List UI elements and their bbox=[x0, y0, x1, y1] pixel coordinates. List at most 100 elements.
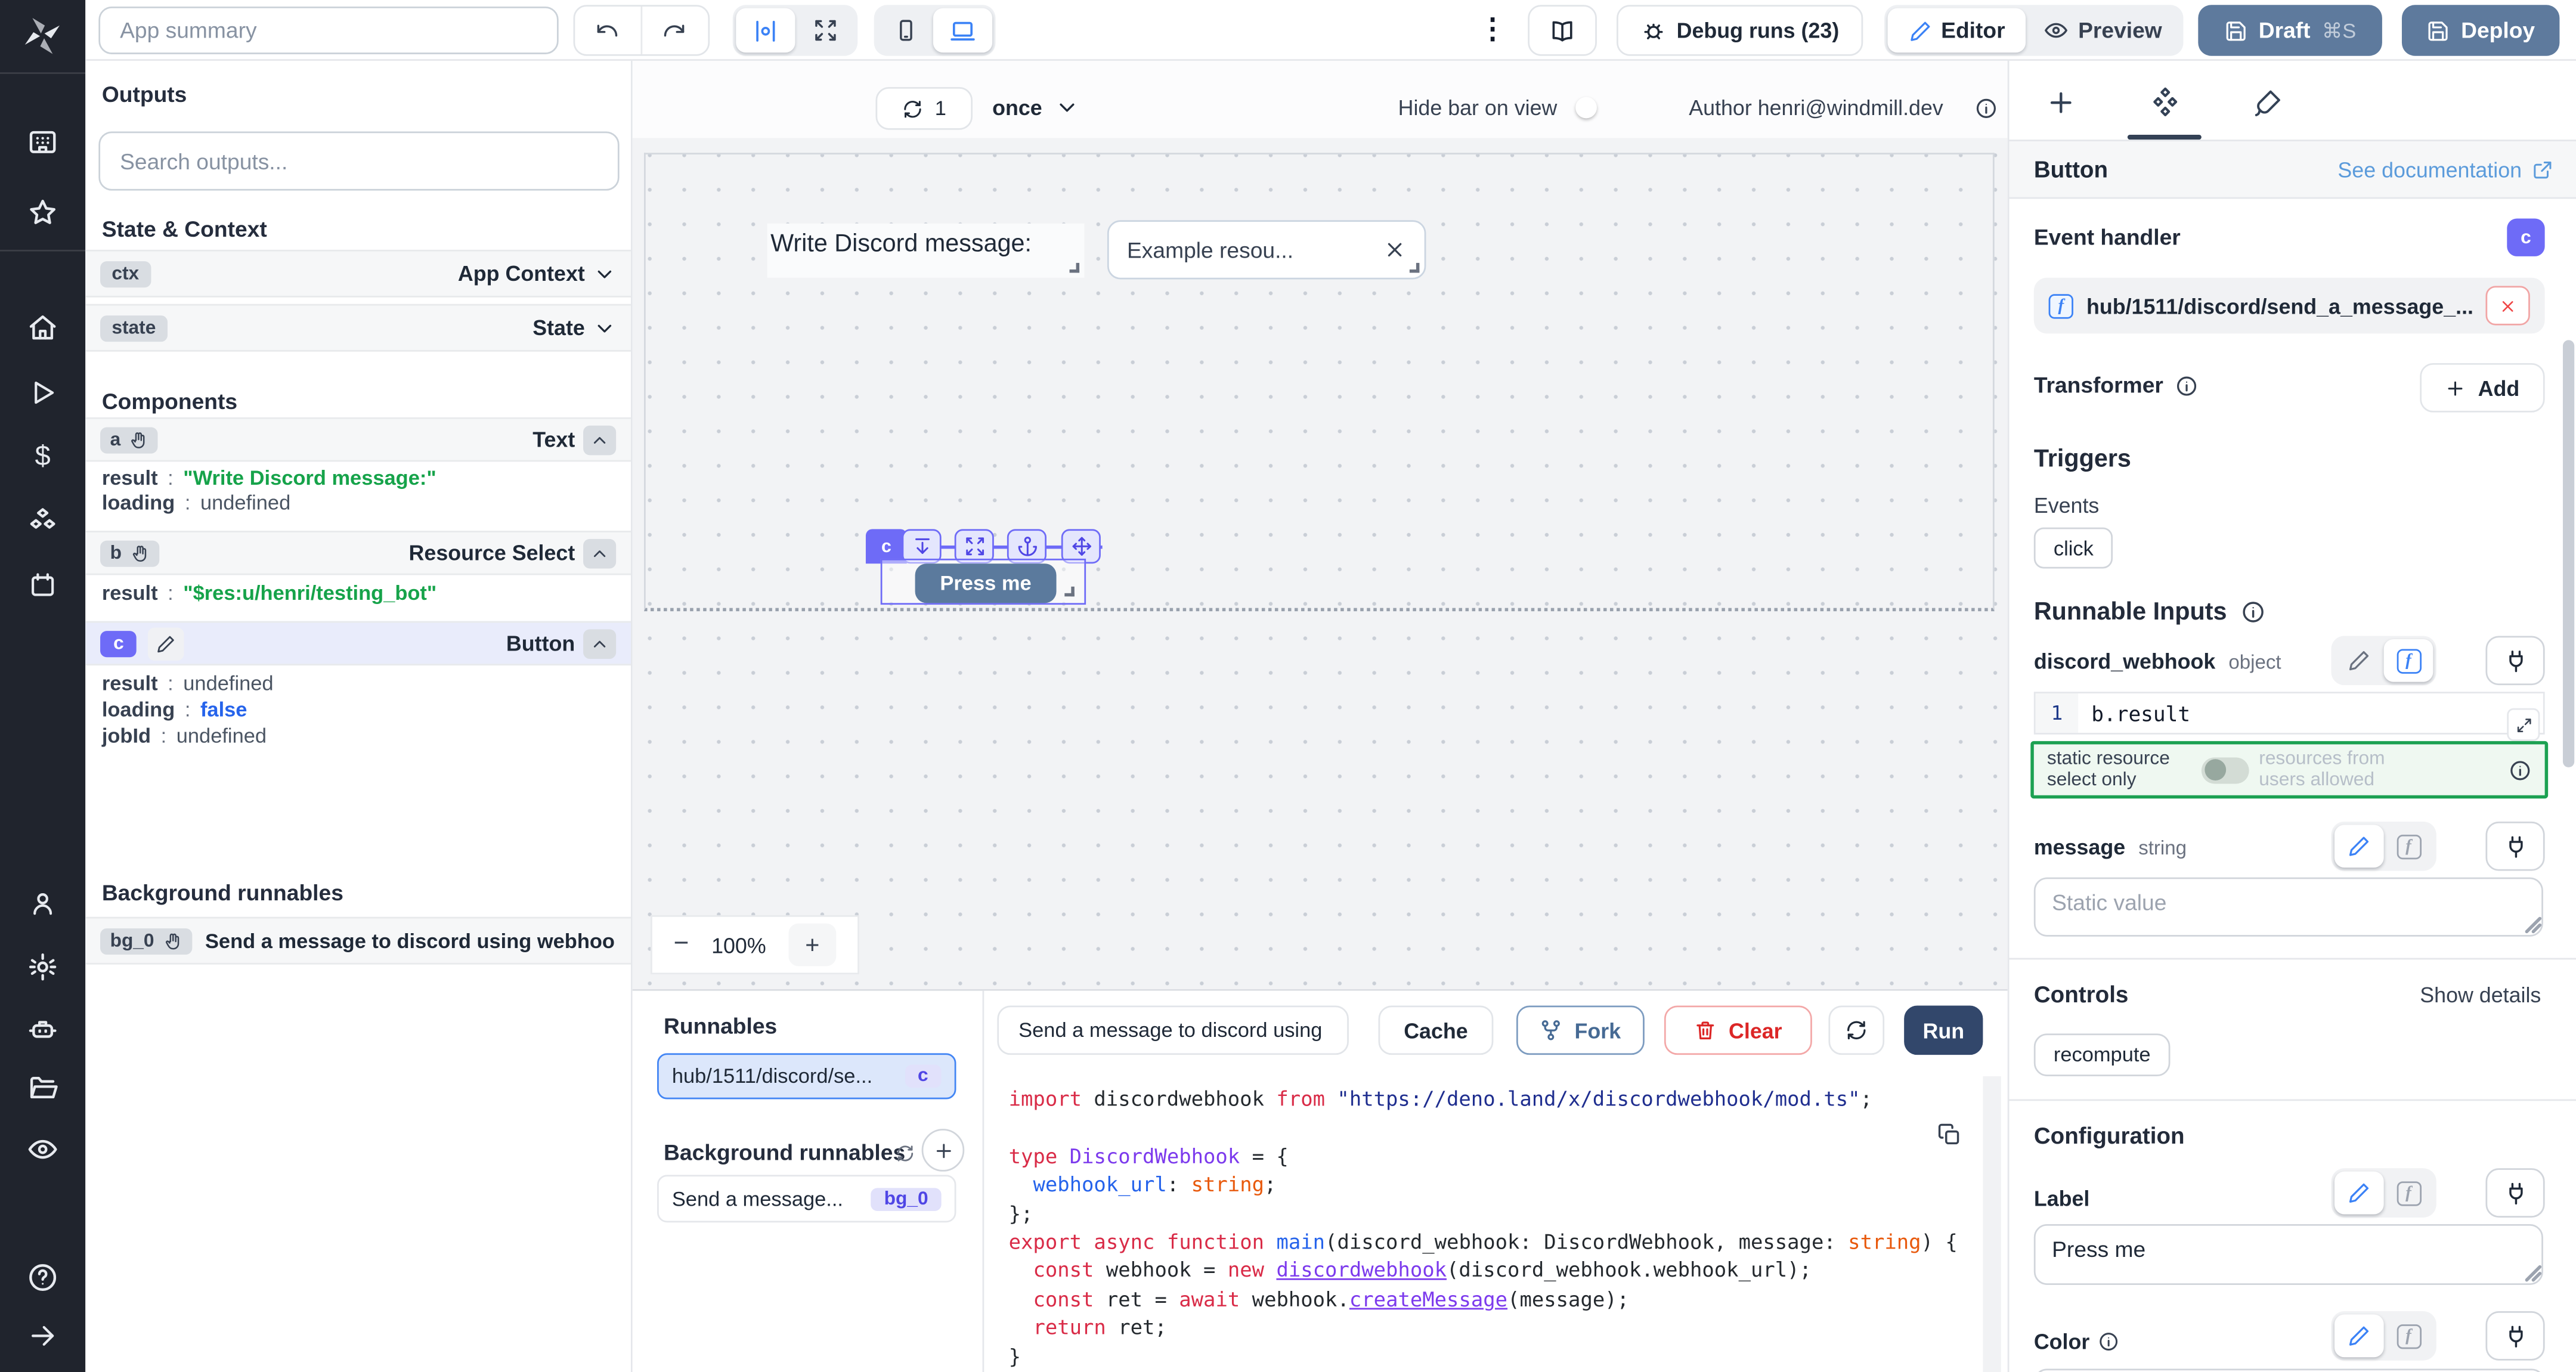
eval-function-icon[interactable]: f bbox=[2384, 639, 2433, 682]
connect-plug-icon[interactable] bbox=[2485, 636, 2544, 685]
pencil-icon[interactable] bbox=[148, 627, 185, 659]
sidebar-item-folders-icon[interactable] bbox=[27, 1073, 58, 1104]
code-scrollbar[interactable] bbox=[1983, 1076, 2001, 1372]
label-value-input[interactable]: Press me bbox=[2034, 1224, 2543, 1285]
see-documentation-link[interactable]: See documentation bbox=[2337, 157, 2553, 181]
chevron-down-icon[interactable] bbox=[593, 316, 617, 339]
sidebar-item-schedules-calendar-icon[interactable] bbox=[28, 570, 58, 600]
press-me-button[interactable]: Press me bbox=[915, 563, 1057, 603]
sidebar-item-variables-dollar-icon[interactable]: $ bbox=[35, 441, 51, 473]
output-row-ctx[interactable]: ctx App Context bbox=[85, 250, 631, 298]
background-runnable-row[interactable]: bg_0 Send a message to discord using web… bbox=[85, 917, 631, 965]
sidebar-item-resources-cubes-icon[interactable] bbox=[27, 506, 58, 537]
refresh-mode-dropdown[interactable]: once bbox=[992, 82, 1080, 133]
bg-runnable-item[interactable]: Send a message... bg_0 bbox=[657, 1175, 956, 1222]
redo-icon[interactable] bbox=[642, 7, 708, 54]
resize-handle[interactable] bbox=[1064, 587, 1075, 597]
show-details-link[interactable]: Show details bbox=[2420, 983, 2541, 1007]
recompute-chip[interactable]: recompute bbox=[2034, 1033, 2171, 1076]
sidebar-expand-arrow-icon[interactable] bbox=[28, 1321, 58, 1351]
static-pencil-icon[interactable] bbox=[2334, 1315, 2384, 1358]
more-menu-icon[interactable]: ⋮ bbox=[1479, 13, 1507, 46]
center-align-icon[interactable] bbox=[736, 8, 795, 52]
resource-select-component[interactable]: Example resou... bbox=[1107, 220, 1426, 279]
run-button[interactable]: Run bbox=[1904, 1005, 1983, 1055]
sidebar-item-favorites-star-icon[interactable] bbox=[27, 197, 58, 228]
sidebar-item-settings-gear-icon[interactable] bbox=[27, 952, 58, 983]
fullscreen-icon[interactable] bbox=[795, 8, 854, 52]
desktop-view-icon[interactable] bbox=[933, 8, 992, 52]
sidebar-item-home-icon[interactable] bbox=[27, 312, 58, 343]
event-handler-runnable[interactable]: f hub/1511/discord/send_a_message_... bbox=[2034, 278, 2545, 334]
app-summary-input[interactable] bbox=[98, 7, 558, 54]
info-icon[interactable] bbox=[2098, 1331, 2119, 1352]
zoom-level: 100% bbox=[711, 933, 766, 957]
static-pencil-icon[interactable] bbox=[2334, 639, 2384, 682]
zoom-in-button[interactable]: + bbox=[788, 924, 836, 967]
expand-editor-icon[interactable] bbox=[2507, 708, 2540, 741]
draft-button[interactable]: Draft⌘S bbox=[2198, 5, 2382, 55]
connect-plug-icon[interactable] bbox=[2485, 1311, 2544, 1361]
resize-handle[interactable] bbox=[1410, 263, 1420, 273]
expr-editor[interactable]: 1 b.result bbox=[2034, 692, 2545, 735]
eval-function-icon[interactable]: f bbox=[2384, 1172, 2433, 1215]
add-transformer-button[interactable]: Add bbox=[2420, 363, 2544, 413]
message-static-value-input[interactable] bbox=[2034, 878, 2543, 937]
refresh-count-button[interactable]: 1 bbox=[875, 87, 973, 130]
static-pencil-icon[interactable] bbox=[2334, 825, 2384, 868]
runnable-item-selected[interactable]: hub/1511/discord/se... c bbox=[657, 1053, 956, 1099]
info-icon[interactable] bbox=[2240, 600, 2265, 624]
clear-button[interactable]: Clear bbox=[1664, 1005, 1812, 1055]
tab-editor[interactable]: Editor bbox=[1888, 8, 2026, 52]
search-outputs-input[interactable] bbox=[98, 131, 619, 190]
tab-component-settings-icon[interactable] bbox=[2113, 66, 2216, 138]
connect-plug-icon[interactable] bbox=[2485, 1168, 2544, 1218]
script-title-input[interactable]: Send a message to discord using bbox=[997, 1005, 1349, 1055]
info-icon[interactable] bbox=[1975, 97, 1998, 120]
windmill-logo-icon[interactable] bbox=[21, 15, 64, 58]
chevron-down-icon[interactable] bbox=[593, 262, 617, 286]
static-pencil-icon[interactable] bbox=[2334, 1172, 2384, 1215]
component-row-c-selected[interactable]: c Button bbox=[85, 621, 631, 665]
docs-book-button[interactable] bbox=[1528, 5, 1597, 55]
app-canvas[interactable]: Write Discord message: Example resou... … bbox=[633, 138, 2008, 989]
output-row-state[interactable]: state State bbox=[85, 304, 631, 352]
sidebar-item-apps[interactable] bbox=[27, 126, 58, 157]
refresh-script-button[interactable] bbox=[1828, 1005, 1884, 1055]
collapse-icon[interactable] bbox=[583, 425, 616, 454]
cache-button[interactable]: Cache bbox=[1379, 1005, 1494, 1055]
component-row-b[interactable]: b Resource Select bbox=[85, 531, 631, 575]
collapse-icon[interactable] bbox=[583, 538, 616, 568]
tab-insert-plus-icon[interactable] bbox=[2009, 66, 2113, 138]
component-row-a[interactable]: a Text bbox=[85, 417, 631, 462]
text-component[interactable]: Write Discord message: bbox=[767, 224, 1085, 278]
resize-handle[interactable] bbox=[1070, 263, 1080, 273]
sidebar-item-workers-robot-icon[interactable] bbox=[27, 1014, 58, 1045]
click-event-chip[interactable]: click bbox=[2034, 528, 2113, 569]
panel-scrollbar[interactable] bbox=[2563, 340, 2574, 767]
fork-button[interactable]: Fork bbox=[1516, 1005, 1645, 1055]
tab-preview[interactable]: Preview bbox=[2026, 8, 2180, 52]
connect-plug-icon[interactable] bbox=[2485, 822, 2544, 871]
resource-mode-toggle[interactable] bbox=[2202, 757, 2249, 783]
tab-styling-brush-icon[interactable] bbox=[2216, 66, 2320, 138]
info-icon[interactable] bbox=[2175, 374, 2198, 397]
sidebar-item-audit-eye-icon[interactable] bbox=[27, 1133, 58, 1165]
add-bg-runnable-button[interactable] bbox=[922, 1129, 965, 1172]
clear-select-x-icon[interactable] bbox=[1383, 239, 1407, 262]
collapse-icon[interactable] bbox=[583, 628, 616, 658]
mobile-view-icon[interactable] bbox=[877, 8, 933, 52]
undo-icon[interactable] bbox=[575, 7, 642, 54]
zoom-out-button[interactable]: − bbox=[674, 930, 689, 960]
sidebar-item-user-icon[interactable] bbox=[28, 889, 58, 919]
sidebar-item-runs-play-icon[interactable] bbox=[28, 378, 58, 408]
code-editor[interactable]: import discordwebhook from "https://deno… bbox=[1009, 1086, 1975, 1372]
info-icon[interactable] bbox=[2509, 758, 2532, 782]
color-value-input[interactable] bbox=[2034, 1368, 2545, 1372]
remove-runnable-x-button[interactable] bbox=[2485, 286, 2529, 325]
sidebar-help-icon[interactable] bbox=[27, 1262, 58, 1293]
eval-function-icon[interactable]: f bbox=[2384, 1315, 2433, 1358]
deploy-button[interactable]: Deploy bbox=[2402, 5, 2559, 55]
eval-function-icon[interactable]: f bbox=[2384, 825, 2433, 868]
debug-runs-button[interactable]: Debug runs (23) bbox=[1617, 5, 1863, 55]
